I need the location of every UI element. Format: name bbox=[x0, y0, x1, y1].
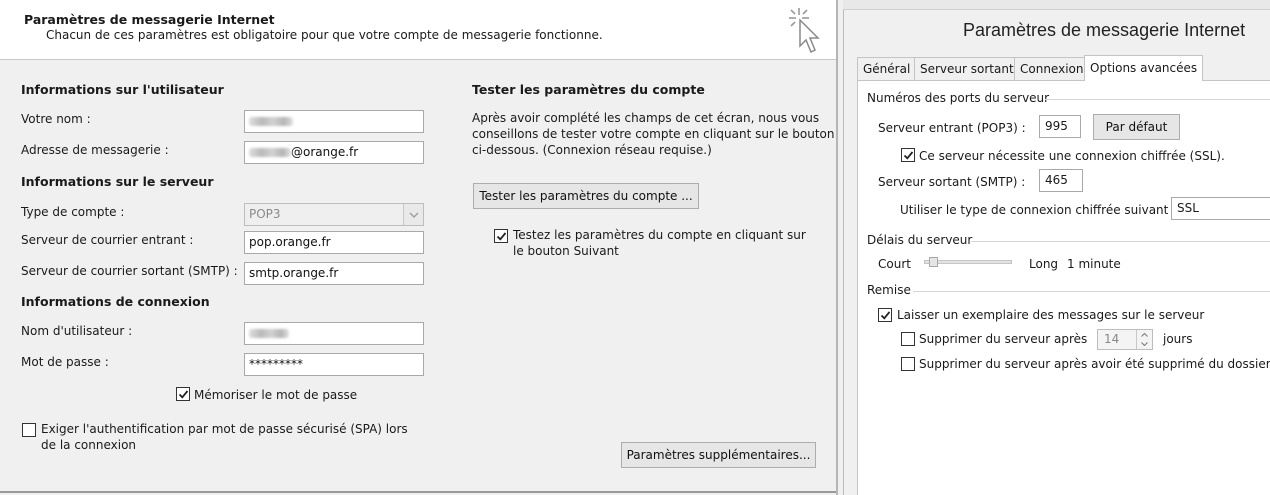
remove-after-label: Supprimer du serveur après bbox=[919, 332, 1088, 346]
username-label: Nom d'utilisateur : bbox=[21, 324, 133, 338]
account-type-select: POP3 bbox=[244, 203, 424, 226]
test-account-button[interactable]: Tester les paramètres du compte ... bbox=[473, 183, 699, 209]
ssl-required-label: Ce serveur nécessite une connexion chiff… bbox=[919, 149, 1225, 163]
test-on-next-checkbox[interactable] bbox=[494, 229, 508, 243]
delivery-group-label: Remise bbox=[867, 283, 911, 297]
checkmark-icon bbox=[178, 389, 188, 399]
test-heading: Tester les paramètres du compte bbox=[472, 82, 705, 97]
leave-copy-label: Laisser un exemplaire des messages sur l… bbox=[897, 308, 1205, 322]
tab-outgoing-server[interactable]: Serveur sortant bbox=[914, 57, 1020, 80]
email-field[interactable]: @orange.fr bbox=[244, 141, 424, 164]
email-label: Adresse de messagerie : bbox=[21, 143, 169, 157]
panel-subtitle: Chacun de ces paramètres est obligatoire… bbox=[46, 28, 603, 42]
timeout-long-label: Long bbox=[1029, 257, 1059, 271]
checkmark-icon bbox=[880, 310, 890, 320]
group-divider bbox=[971, 241, 1270, 242]
window-top-strip bbox=[843, 0, 1270, 10]
account-settings-panel: Paramètres de messagerie Internet Chacun… bbox=[0, 0, 838, 495]
incoming-server-label: Serveur de courrier entrant : bbox=[21, 233, 194, 247]
outgoing-server-label: Serveur de courrier sortant (SMTP) : bbox=[21, 264, 238, 278]
days-value: 14 bbox=[1104, 332, 1120, 346]
spa-label-line2: de la connexion bbox=[41, 438, 137, 452]
group-divider bbox=[913, 291, 1270, 292]
ssl-required-checkbox[interactable] bbox=[901, 148, 915, 162]
chevron-down-icon bbox=[1141, 342, 1148, 347]
account-type-value: POP3 bbox=[249, 207, 281, 221]
test-on-next-label-line1: Testez les paramètres du compte en cliqu… bbox=[513, 228, 806, 242]
test-desc-line2: conseillons de tester votre compte en cl… bbox=[472, 127, 835, 141]
remove-after-checkbox[interactable] bbox=[901, 332, 915, 346]
password-label: Mot de passe : bbox=[21, 355, 109, 369]
default-ports-button[interactable]: Par défaut bbox=[1093, 114, 1180, 140]
checkmark-icon bbox=[903, 150, 913, 160]
days-stepper[interactable]: 14 bbox=[1097, 329, 1153, 350]
divider bbox=[836, 0, 838, 495]
test-desc-line3: ci-dessous. (Connexion réseau requise.) bbox=[472, 143, 712, 157]
test-on-next-label-line2: le bouton Suivant bbox=[513, 244, 619, 258]
username-field[interactable] bbox=[244, 322, 424, 345]
name-label: Votre nom : bbox=[21, 112, 91, 126]
chevron-up-icon bbox=[1141, 332, 1148, 337]
outgoing-port-label: Serveur sortant (SMTP) : bbox=[878, 175, 1026, 189]
encryption-type-select[interactable]: SSL bbox=[1171, 197, 1270, 220]
login-info-heading: Informations de connexion bbox=[21, 294, 210, 309]
user-info-heading: Informations sur l'utilisateur bbox=[21, 82, 224, 97]
redacted-text bbox=[249, 117, 293, 126]
days-label: jours bbox=[1163, 332, 1193, 346]
remove-deleted-checkbox[interactable] bbox=[901, 357, 915, 371]
internet-mail-settings-dialog: Paramètres de messagerie Internet Généra… bbox=[843, 0, 1270, 495]
panel-title: Paramètres de messagerie Internet bbox=[24, 12, 275, 27]
tab-connection[interactable]: Connexion bbox=[1014, 57, 1090, 80]
advanced-options-panel bbox=[857, 80, 1270, 495]
ports-group-label: Numéros des ports du serveur bbox=[867, 91, 1050, 105]
stepper-buttons[interactable] bbox=[1136, 330, 1152, 349]
more-settings-button[interactable]: Paramètres supplémentaires... bbox=[621, 442, 816, 468]
outgoing-server-field[interactable]: smtp.orange.fr bbox=[244, 262, 424, 285]
incoming-server-field[interactable]: pop.orange.fr bbox=[244, 231, 424, 254]
spa-label-line1: Exiger l'authentification par mot de pas… bbox=[41, 422, 408, 436]
incoming-port-field[interactable]: 995 bbox=[1039, 115, 1081, 138]
checkmark-icon bbox=[496, 231, 506, 241]
divider bbox=[0, 491, 838, 493]
timeouts-group-label: Délais du serveur bbox=[867, 233, 973, 247]
email-domain: @orange.fr bbox=[291, 145, 359, 159]
timeout-value: 1 minute bbox=[1067, 257, 1121, 271]
timeout-short-label: Court bbox=[878, 257, 911, 271]
tab-general[interactable]: Général bbox=[857, 57, 917, 80]
remove-deleted-label: Supprimer du serveur après avoir été sup… bbox=[919, 357, 1270, 371]
remember-password-checkbox[interactable] bbox=[176, 387, 190, 401]
account-type-label: Type de compte : bbox=[21, 205, 125, 219]
redacted-text bbox=[249, 148, 291, 157]
group-divider bbox=[1045, 99, 1270, 100]
outgoing-port-field[interactable]: 465 bbox=[1039, 169, 1083, 192]
tab-advanced-options[interactable]: Options avancées bbox=[1084, 55, 1204, 81]
remember-password-label: Mémoriser le mot de passe bbox=[194, 388, 358, 402]
panel-header: Paramètres de messagerie Internet Chacun… bbox=[0, 0, 838, 60]
test-desc-line1: Après avoir complété les champs de cet é… bbox=[472, 111, 820, 125]
cursor-click-icon bbox=[786, 6, 826, 59]
encryption-type-label: Utiliser le type de connexion chiffrée s… bbox=[900, 203, 1177, 217]
incoming-port-label: Serveur entrant (POP3) : bbox=[878, 121, 1026, 135]
leave-copy-checkbox[interactable] bbox=[878, 308, 892, 322]
password-field[interactable]: ********* bbox=[244, 353, 424, 376]
dialog-title: Paramètres de messagerie Internet bbox=[963, 20, 1246, 40]
redacted-text bbox=[249, 329, 289, 338]
server-info-heading: Informations sur le serveur bbox=[21, 174, 214, 189]
timeout-slider-thumb[interactable] bbox=[929, 257, 938, 267]
name-field[interactable] bbox=[244, 110, 424, 133]
chevron-down-icon bbox=[403, 204, 423, 225]
spa-checkbox[interactable] bbox=[22, 423, 36, 437]
